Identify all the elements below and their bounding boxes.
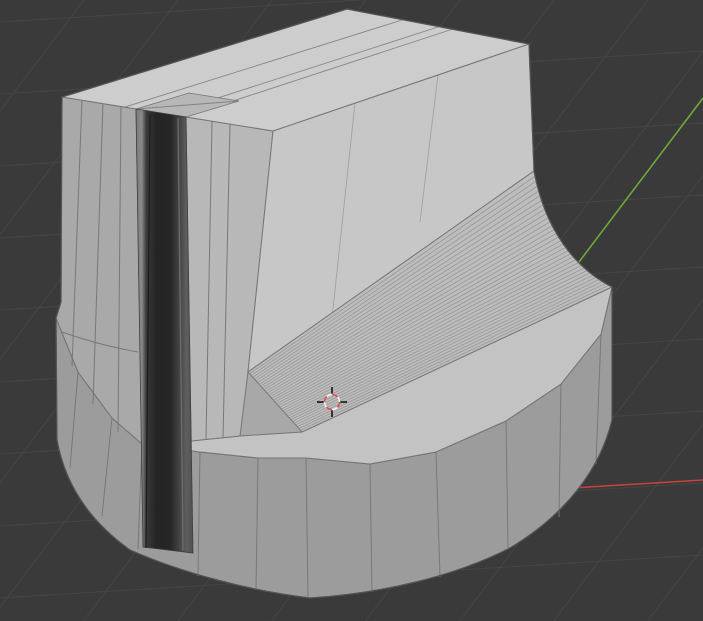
viewport-canvas[interactable] — [0, 0, 703, 621]
mesh-object[interactable] — [55, 8, 614, 599]
slot-groove[interactable] — [135, 108, 194, 554]
viewport-3d[interactable] — [0, 0, 703, 621]
